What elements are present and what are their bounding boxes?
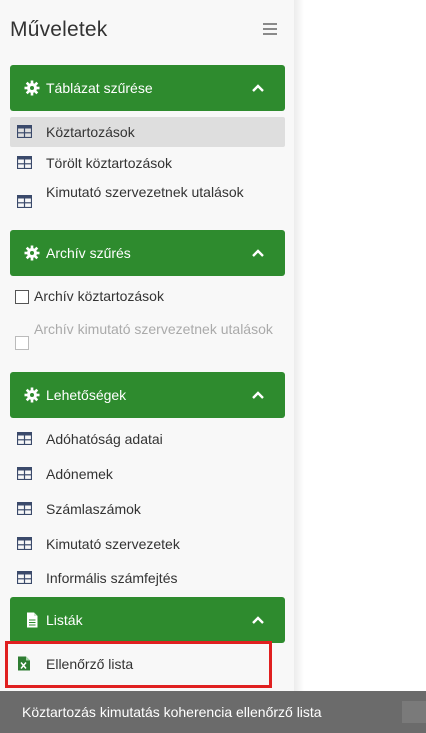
table-icon (17, 432, 32, 445)
sidebar-item-szamlaszamok[interactable]: Számlaszámok (10, 494, 285, 524)
excel-file-icon (18, 656, 30, 671)
sidebar-item-label: Köztartozások (46, 124, 135, 140)
file-icon (27, 612, 38, 628)
sidebar-divider (294, 0, 304, 733)
chevron-up-icon[interactable] (251, 613, 265, 627)
archive-debts-checkbox[interactable] (15, 290, 29, 304)
sidebar-item-adonemek[interactable]: Adónemek (10, 459, 285, 489)
sidebar-item-label: Ellenőrző lista (46, 656, 134, 672)
section-lists[interactable]: Listák (10, 597, 285, 643)
section-label: Listák (46, 612, 83, 628)
chevron-up-icon[interactable] (251, 246, 265, 260)
sidebar-item-informalis-szamfejtes[interactable]: Informális számfejtés (10, 563, 285, 593)
sidebar-item-label: Informális számfejtés (46, 570, 178, 586)
table-icon (17, 502, 32, 515)
gear-icon (24, 387, 40, 403)
sidebar-item-label: Törölt köztartozások (46, 155, 173, 171)
sidebar-item-kimutato-szervezetek[interactable]: Kimutató szervezetek (10, 529, 285, 559)
section-table-filter[interactable]: Táblázat szűrése (10, 65, 285, 111)
section-label: Archív szűrés (46, 245, 131, 261)
section-archive-filter[interactable]: Archív szűrés (10, 230, 285, 276)
table-icon (17, 467, 32, 480)
tooltip-overlap (402, 701, 426, 723)
checkbox-label: Archív köztartozások (34, 288, 164, 304)
sidebar-item-ellenorzo-lista[interactable]: Ellenőrző lista (10, 649, 285, 679)
table-icon (17, 156, 32, 169)
section-label: Táblázat szűrése (46, 80, 153, 96)
sidebar-item-kozartozasok[interactable]: Köztartozások (10, 117, 285, 147)
chevron-up-icon[interactable] (251, 81, 265, 95)
table-icon (17, 125, 32, 138)
table-icon (17, 537, 32, 550)
section-label: Lehetőségek (46, 387, 127, 403)
section-options[interactable]: Lehetőségek (10, 372, 285, 418)
tooltip-text: Köztartozás kimutatás koherencia ellenőr… (22, 704, 322, 720)
tooltip: Köztartozás kimutatás koherencia ellenőr… (0, 691, 426, 733)
sidebar-item-adohatosag-adatai[interactable]: Adóhatóság adatai (10, 424, 285, 454)
gear-icon (24, 245, 40, 261)
checkbox-label: Archív kimutató szervezetnek utalások (34, 321, 273, 337)
sidebar-item-label: Adónemek (46, 466, 113, 482)
actions-sidebar: Műveletek Táblázat szűrése Köztartozások… (0, 0, 294, 733)
table-icon (17, 195, 32, 208)
gear-icon (24, 80, 40, 96)
chevron-up-icon[interactable] (251, 388, 265, 402)
sidebar-item-label: Kimutató szervezetnek utalások (46, 184, 244, 200)
sidebar-item-label: Adóhatóság adatai (46, 431, 163, 447)
sidebar-item-kimutato-utalasok[interactable]: Kimutató szervezetnek utalások (10, 181, 285, 221)
sidebar-header: Műveletek (10, 14, 285, 48)
menu-icon[interactable] (263, 20, 277, 38)
archive-transfers-checkbox[interactable] (15, 336, 29, 350)
table-icon (17, 571, 32, 584)
sidebar-item-label: Kimutató szervezetek (46, 536, 180, 552)
sidebar-item-label: Számlaszámok (46, 501, 141, 517)
sidebar-item-torolt-kozartozasok[interactable]: Törölt köztartozások (10, 148, 285, 178)
panel-title: Műveletek (10, 18, 108, 41)
